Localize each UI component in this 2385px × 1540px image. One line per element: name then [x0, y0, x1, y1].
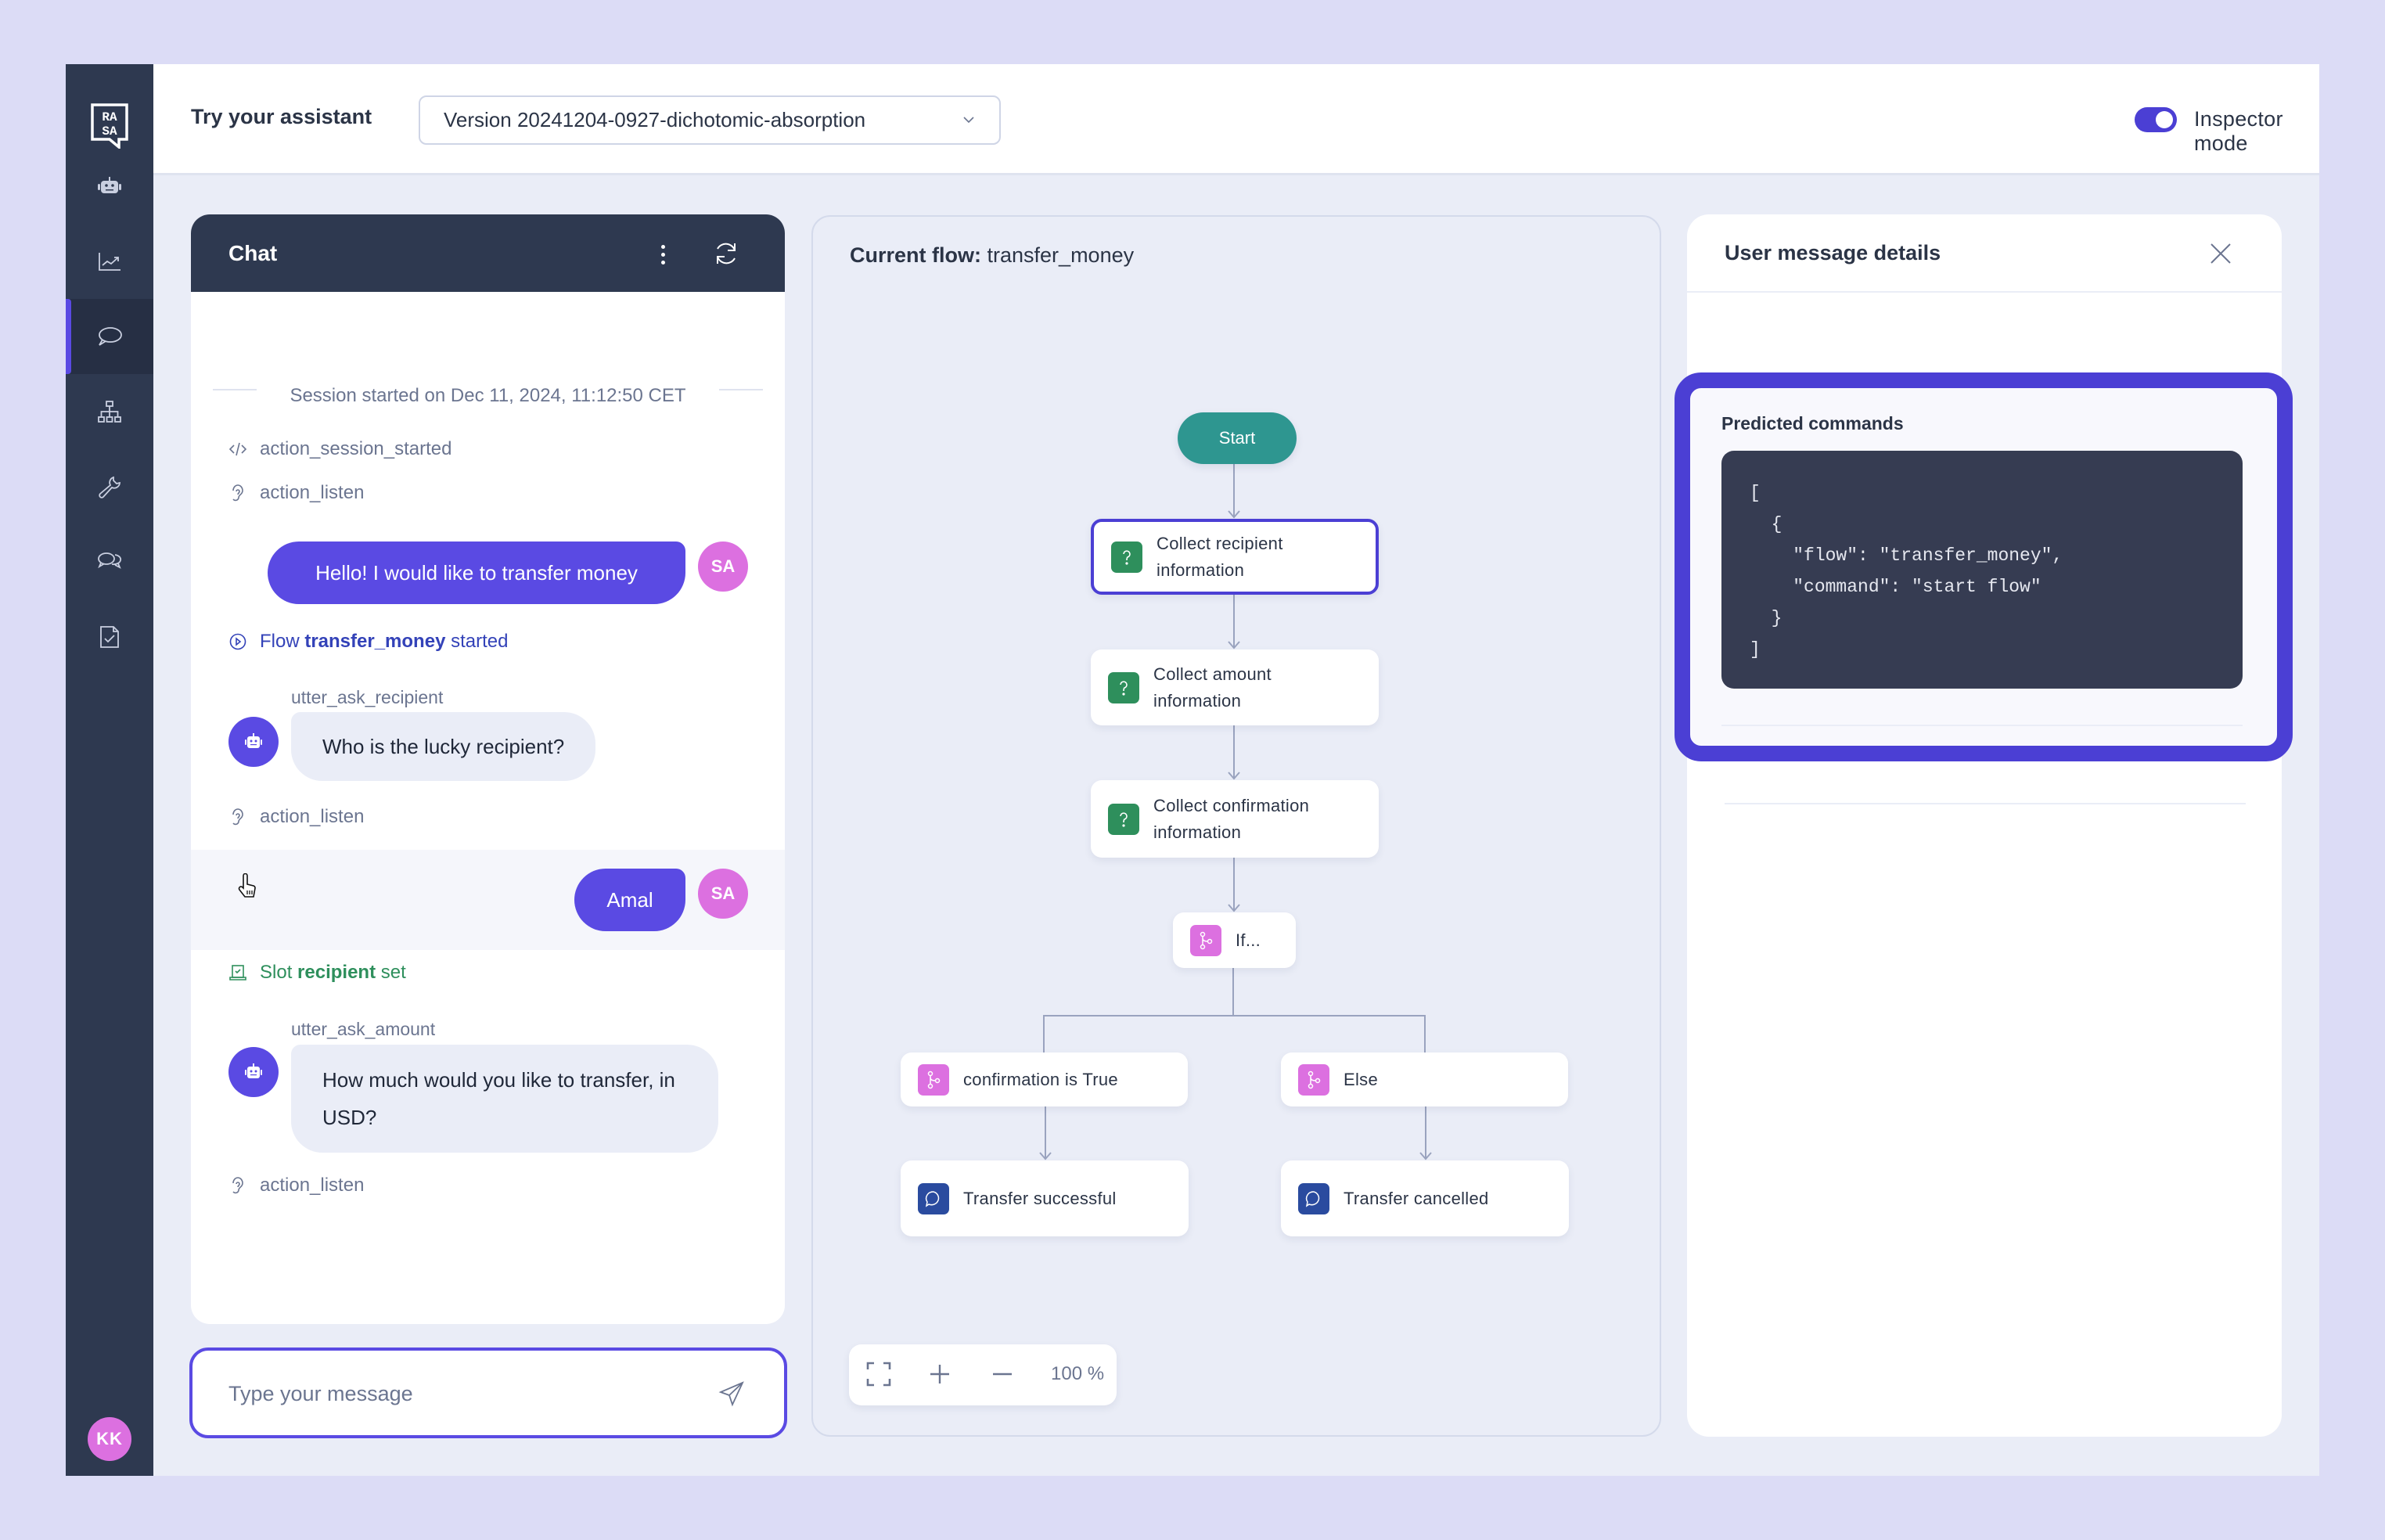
inspector-mode-toggle[interactable] [2135, 107, 2177, 132]
inspector-mode-label: Inspector mode [2194, 107, 2283, 155]
flow-node-branch-else[interactable]: Else [1281, 1052, 1568, 1106]
event-action-session-started: action_session_started [228, 438, 451, 460]
sidebar-item-assistant[interactable] [66, 149, 153, 224]
ear-icon [232, 484, 243, 502]
branch-icon [1298, 1063, 1329, 1096]
chat-panel: Chat Session started on Dec 11, 2024, 11… [191, 214, 785, 1324]
send-icon[interactable] [718, 1380, 745, 1407]
bot-avatar [228, 717, 279, 767]
user-avatar: SA [698, 869, 748, 919]
chevron-down-icon [963, 117, 974, 124]
sidebar: RA SA KK [66, 64, 153, 1476]
play-circle-icon [229, 633, 246, 650]
chat-bubbles-icon [98, 552, 122, 569]
zoom-controls: 100 % [849, 1344, 1117, 1405]
branch-icon [1190, 924, 1221, 956]
ear-icon [232, 808, 243, 826]
divider [1687, 291, 2282, 293]
sidebar-item-analytics[interactable] [66, 224, 153, 299]
robot-icon [98, 177, 121, 193]
zoom-out-button[interactable] [988, 1360, 1016, 1388]
chat-bubble-icon [99, 327, 122, 346]
sidebar-item-try-assistant[interactable] [66, 299, 153, 374]
code-icon [228, 442, 247, 456]
branch-icon [918, 1063, 949, 1096]
user-message[interactable]: Amal [574, 869, 685, 931]
flow-node-collect-amount[interactable]: Collect amount information [1091, 649, 1379, 725]
chart-icon [99, 253, 121, 271]
sidebar-item-conversations[interactable] [66, 524, 153, 599]
flow-node-branch-true[interactable]: confirmation is True [901, 1052, 1188, 1106]
page-title: Try your assistant [191, 105, 372, 128]
app-window: RA SA KK Try your assistant Version 2024… [66, 64, 2319, 1476]
svg-text:RA: RA [102, 110, 117, 124]
flow-node-if[interactable]: If... [1173, 912, 1296, 968]
document-check-icon [100, 626, 119, 648]
question-icon [1108, 803, 1139, 835]
event-flow-started: Flow transfer_money started [228, 631, 508, 653]
session-start-text: Session started on Dec 11, 2024, 11:12:5… [191, 385, 785, 407]
fit-view-button[interactable] [865, 1360, 893, 1388]
version-select-value: Version 20241204-0927-dichotomic-absorpt… [444, 108, 866, 131]
divider [1725, 803, 2246, 804]
flow-node-transfer-cancelled[interactable]: Transfer cancelled [1281, 1160, 1569, 1236]
sidebar-item-settings[interactable] [66, 449, 153, 524]
robot-icon [245, 733, 262, 748]
sidebar-item-tests[interactable] [66, 599, 153, 675]
fullscreen-icon [866, 1362, 891, 1387]
wrench-icon [99, 476, 121, 498]
current-flow-title: Current flow: transfer_money [850, 243, 1135, 267]
message-input-box[interactable] [189, 1348, 787, 1438]
chat-title: Chat [228, 241, 278, 265]
robot-icon [245, 1063, 262, 1078]
question-icon [1108, 671, 1139, 703]
top-bar: Try your assistant Version 20241204-0927… [153, 64, 2319, 175]
question-icon [1111, 541, 1142, 573]
bot-utter-label: utter_ask_amount [291, 1019, 436, 1039]
close-icon[interactable] [2208, 241, 2233, 266]
selected-user-message-row[interactable] [191, 850, 785, 950]
divider [1721, 725, 2243, 726]
hand-cursor-icon [238, 873, 256, 898]
event-action-listen: action_listen [228, 1175, 364, 1196]
flow-node-start[interactable]: Start [1178, 412, 1297, 464]
version-select[interactable]: Version 20241204-0927-dichotomic-absorpt… [419, 95, 1001, 145]
bot-message[interactable]: How much would you like to transfer, in … [291, 1045, 718, 1153]
zoom-level: 100 % [1051, 1363, 1105, 1384]
slot-icon [229, 965, 246, 980]
flow-node-collect-confirmation[interactable]: Collect confirmation information [1091, 780, 1379, 858]
hierarchy-icon [98, 401, 121, 423]
predicted-commands-label: Predicted commands [1721, 413, 1904, 434]
message-icon [918, 1182, 949, 1214]
flow-node-transfer-successful[interactable]: Transfer successful [901, 1160, 1189, 1236]
refresh-icon[interactable] [712, 239, 740, 268]
chat-header: Chat [191, 214, 785, 292]
svg-text:SA: SA [102, 124, 117, 139]
minus-icon [993, 1373, 1012, 1376]
flow-node-collect-recipient[interactable]: Collect recipient information [1091, 519, 1379, 595]
more-options-icon[interactable] [653, 241, 673, 268]
sidebar-item-flows[interactable] [66, 374, 153, 449]
user-message[interactable]: Hello! I would like to transfer money [268, 542, 685, 604]
message-input[interactable] [228, 1374, 698, 1413]
plus-icon [930, 1365, 949, 1383]
zoom-in-button[interactable] [926, 1360, 954, 1388]
event-action-listen: action_listen [228, 482, 364, 504]
event-slot-set: Slot recipient set [228, 962, 406, 984]
event-action-listen: action_listen [228, 806, 364, 828]
predicted-commands-code[interactable]: [ { "flow": "transfer_money", "command":… [1721, 451, 2243, 689]
ear-icon [232, 1177, 243, 1194]
bot-avatar [228, 1047, 279, 1097]
message-icon [1298, 1182, 1329, 1214]
user-avatar[interactable]: KK [88, 1417, 131, 1461]
predicted-commands-highlight: Predicted commands [ { "flow": "transfer… [1675, 372, 2293, 761]
bot-utter-label: utter_ask_recipient [291, 687, 444, 707]
bot-message[interactable]: Who is the lucky recipient? [291, 712, 596, 781]
user-avatar: SA [698, 542, 748, 592]
details-title: User message details [1725, 241, 1941, 264]
rasa-logo[interactable]: RA SA [91, 103, 128, 149]
